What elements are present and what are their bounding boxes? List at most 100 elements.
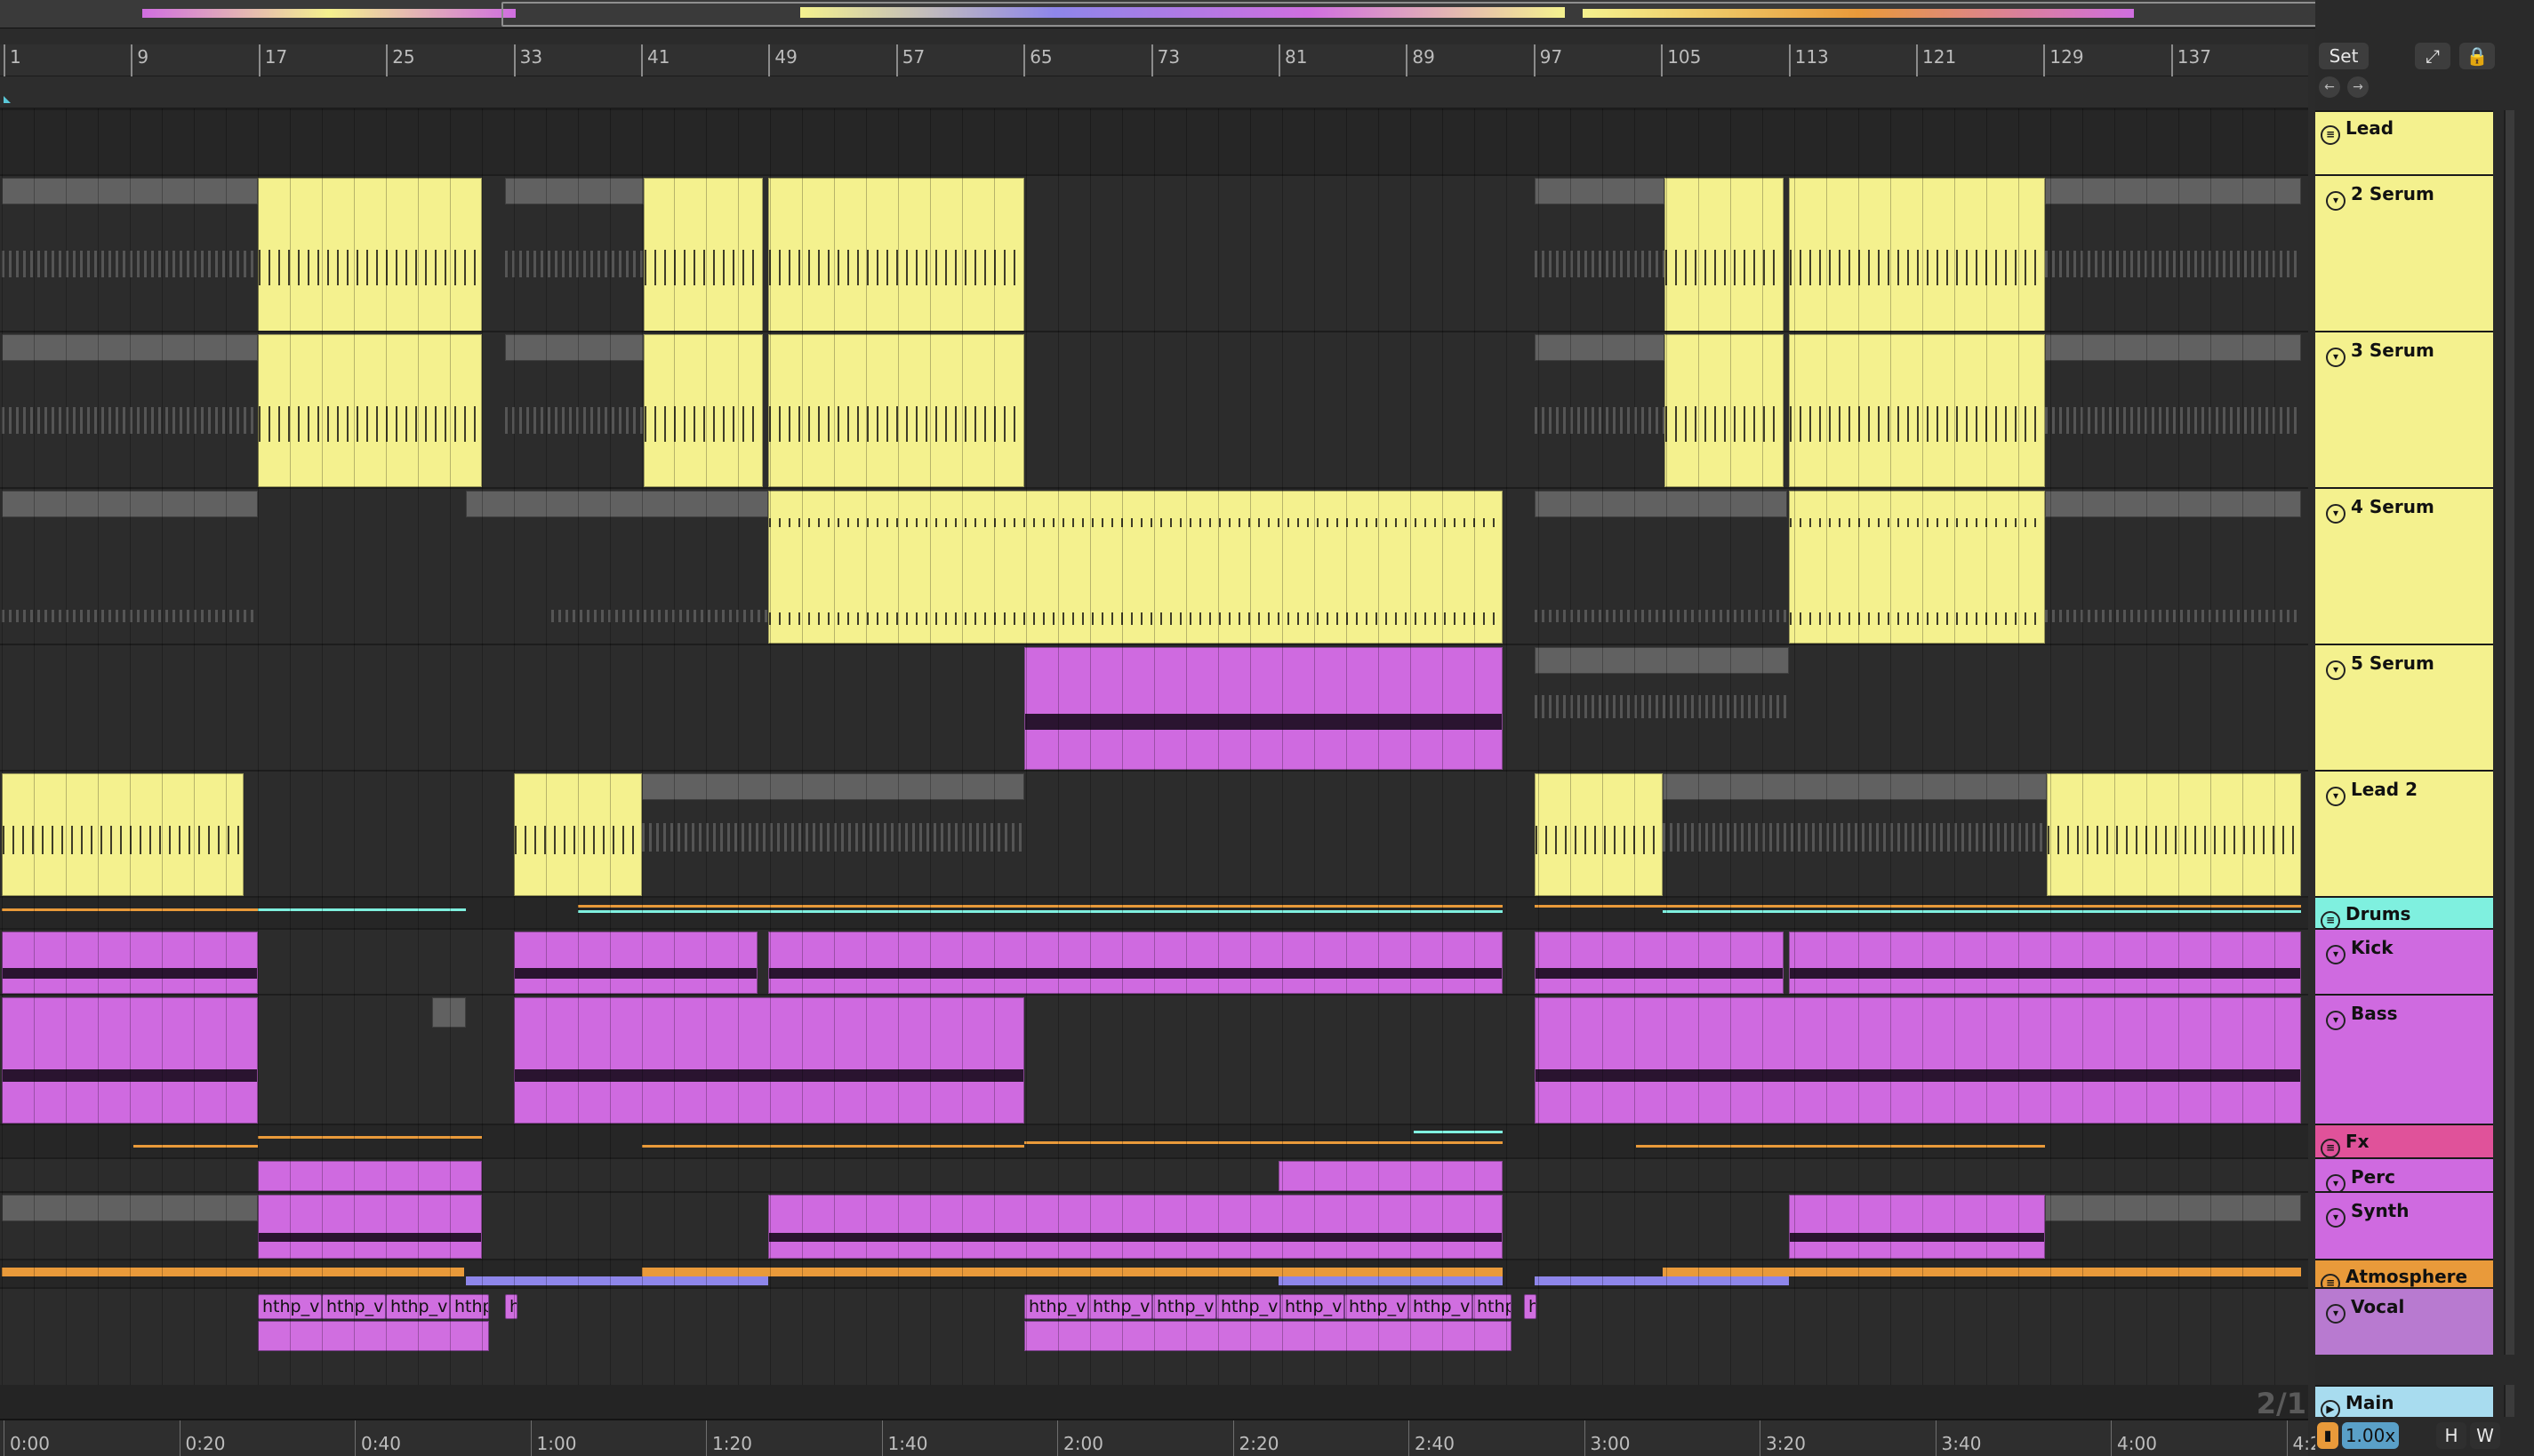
clip-audio[interactable]	[514, 932, 758, 994]
clip-audio[interactable]	[258, 1195, 482, 1259]
vocal-clip[interactable]: hthp_v	[1152, 1294, 1216, 1319]
fold-chevron-icon[interactable]: ▾	[2326, 660, 2346, 680]
clip-deactivated[interactable]	[1535, 178, 1664, 204]
clip-audio[interactable]	[1024, 647, 1503, 770]
clip-midi[interactable]	[1789, 178, 2045, 332]
cpu-icon: ▮	[2317, 1422, 2338, 1449]
clip-deactivated[interactable]	[2045, 178, 2301, 204]
vocal-clip[interactable]: hthp_v	[1024, 1294, 1088, 1319]
clip-audio[interactable]	[1535, 997, 2301, 1124]
clip-midi[interactable]	[644, 334, 763, 487]
clip-deactivated[interactable]	[1535, 334, 1664, 361]
time-ruler[interactable]: 0:00 0:20 0:40 1:00 1:20 1:40 2:00 2:20 2:40 3:00…	[0, 1419, 2332, 1456]
clip-midi[interactable]	[1664, 178, 1784, 332]
bar-number-25: 25	[386, 44, 415, 76]
clip-midi[interactable]	[258, 334, 482, 487]
track-header-4-serum[interactable]: ▾ 4 Serum	[2315, 487, 2493, 644]
clip-midi[interactable]	[1789, 334, 2045, 487]
clip-deactivated[interactable]	[432, 997, 466, 1028]
clip-audio[interactable]	[768, 932, 1503, 994]
expand-icon[interactable]: ⤢	[2415, 43, 2450, 69]
lock-icon[interactable]: 🔒	[2459, 43, 2495, 69]
track-header-atmosphere[interactable]: ≡ Atmosphere	[2315, 1259, 2493, 1293]
track-lanes[interactable]: hthp_v hthp_v hthp_v hthp_v hthp_v hthp_…	[0, 108, 2308, 1388]
fold-chevron-icon[interactable]: ▾	[2326, 348, 2346, 367]
track-header-lead-2[interactable]: ▾ Lead 2	[2315, 770, 2493, 896]
track-header-fx[interactable]: ≡ Fx	[2315, 1124, 2493, 1158]
track-name: Perc	[2351, 1166, 2395, 1188]
group-fold-icon[interactable]: ≡	[2321, 1139, 2340, 1158]
track-header-5-serum[interactable]: ▾ 5 Serum	[2315, 644, 2493, 770]
clip-midi[interactable]	[768, 178, 1024, 332]
clip-midi[interactable]	[768, 491, 1503, 644]
clip-midi[interactable]	[644, 178, 763, 332]
clip-midi[interactable]	[2047, 773, 2301, 896]
track-header-kick[interactable]: ▾ Kick	[2315, 928, 2493, 994]
track-header-drums[interactable]: ≡ Drums	[2315, 896, 2493, 931]
group-fold-icon[interactable]: ≡	[2321, 125, 2340, 145]
bar-number-129: 129	[2043, 44, 2084, 76]
bar-number-89: 89	[1406, 44, 1435, 76]
h-button[interactable]: H	[2436, 1422, 2466, 1449]
forward-arrow-icon[interactable]: →	[2347, 76, 2369, 98]
play-icon[interactable]: ▶	[2321, 1400, 2340, 1420]
track-header-bass[interactable]: ▾ Bass	[2315, 994, 2493, 1124]
back-arrow-icon[interactable]: ←	[2319, 76, 2340, 98]
track-header-perc[interactable]: ▾ Perc	[2315, 1157, 2493, 1194]
track-header-lead[interactable]: ≡ Lead	[2315, 110, 2493, 174]
clip-deactivated[interactable]	[505, 178, 644, 204]
vocal-clip[interactable]: hthp_v	[1216, 1294, 1280, 1319]
clip-audio[interactable]	[1789, 932, 2301, 994]
vocal-clip[interactable]: hthp_v	[450, 1294, 489, 1319]
clip-deactivated[interactable]	[1663, 773, 2047, 800]
clip-audio[interactable]	[1279, 1161, 1503, 1191]
fold-chevron-icon[interactable]: ▾	[2326, 1011, 2346, 1030]
fold-chevron-icon[interactable]: ▾	[2326, 1304, 2346, 1324]
clip-deactivated[interactable]	[1535, 647, 1789, 674]
loop-brace-strip[interactable]	[0, 76, 2308, 108]
fold-chevron-icon[interactable]: ▾	[2326, 191, 2346, 211]
clip-midi[interactable]	[258, 178, 482, 332]
vocal-clip[interactable]: hthp_v	[1280, 1294, 1344, 1319]
arrangement-overview[interactable]	[0, 0, 2411, 28]
track-name: 5 Serum	[2351, 652, 2434, 674]
clip-audio[interactable]	[1789, 1195, 2045, 1259]
track-name: Lead	[2346, 117, 2394, 139]
fold-chevron-icon[interactable]: ▾	[2326, 1208, 2346, 1228]
track-header-synth[interactable]: ▾ Synth	[2315, 1191, 2493, 1259]
vocal-clip[interactable]: hthp_v	[1524, 1294, 1536, 1319]
clip-deactivated[interactable]	[505, 334, 644, 361]
vocal-clip[interactable]: hthp_v	[1088, 1294, 1152, 1319]
clip-audio[interactable]	[514, 997, 1024, 1124]
clip-audio[interactable]	[1535, 932, 1784, 994]
clip-deactivated[interactable]	[2045, 491, 2301, 517]
track-header-main[interactable]: ▶ Main	[2315, 1385, 2493, 1420]
fold-chevron-icon[interactable]: ▾	[2326, 787, 2346, 806]
zoom-value[interactable]: 1.00x	[2342, 1422, 2399, 1449]
clip-deactivated[interactable]	[1535, 491, 1787, 517]
clip-midi[interactable]	[1664, 334, 1784, 487]
clip-audio[interactable]	[258, 1161, 482, 1191]
fold-chevron-icon[interactable]: ▾	[2326, 504, 2346, 524]
track-header-vocal[interactable]: ▾ Vocal	[2315, 1287, 2493, 1355]
w-button[interactable]: W	[2470, 1422, 2500, 1449]
clip-deactivated[interactable]	[466, 491, 768, 517]
vocal-clip[interactable]: hthp_v	[1408, 1294, 1472, 1319]
clip-midi[interactable]	[1789, 491, 2045, 644]
clip-midi[interactable]	[768, 334, 1024, 487]
track-header-2-serum[interactable]: ▾ 2 Serum	[2315, 174, 2493, 331]
track-header-3-serum[interactable]: ▾ 3 Serum	[2315, 331, 2493, 487]
beat-time-ruler[interactable]: 1 9 17 25 33 41 49 57 65 73 81 89 97 105 113 121 129 137	[0, 44, 2308, 76]
vocal-clip[interactable]: hthp_v	[505, 1294, 517, 1319]
clip-deactivated[interactable]	[2045, 334, 2301, 361]
clip-midi[interactable]	[2, 773, 244, 896]
clip-deactivated[interactable]	[2045, 1195, 2301, 1221]
clip-deactivated[interactable]	[642, 773, 1024, 800]
vocal-clip[interactable]: hthp_v	[1344, 1294, 1408, 1319]
fold-chevron-icon[interactable]: ▾	[2326, 945, 2346, 964]
overview-viewport[interactable]	[501, 2, 2411, 27]
horizontal-scroll-area[interactable]: 2/1	[0, 1385, 2308, 1420]
clip-audio[interactable]	[768, 1195, 1503, 1259]
clip-midi[interactable]	[1535, 773, 1663, 896]
set-button[interactable]: Set	[2319, 43, 2369, 69]
